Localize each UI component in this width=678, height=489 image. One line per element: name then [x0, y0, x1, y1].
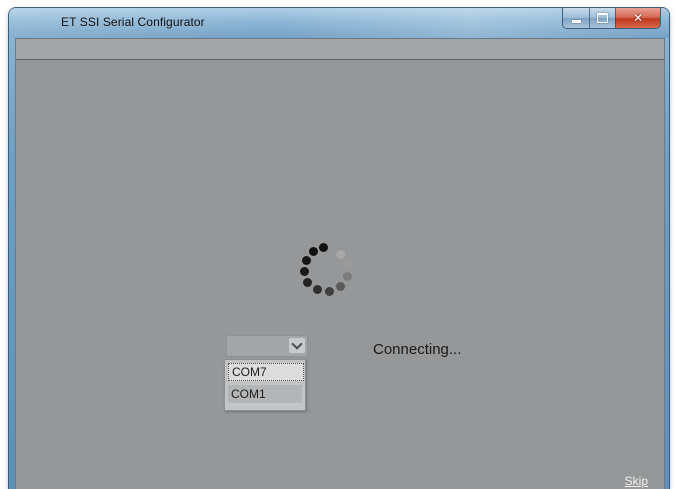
maximize-button[interactable]	[589, 8, 615, 28]
port-option-com1[interactable]: COM1	[228, 385, 302, 403]
spinner-dot	[344, 261, 353, 270]
spinner-dot	[303, 278, 312, 287]
spinner-dot	[343, 272, 352, 281]
minimize-button[interactable]	[563, 8, 589, 28]
port-select-toggle[interactable]	[289, 338, 305, 353]
app-window: ET SSI Serial Configurator ✕ COM7 COM1 C…	[9, 8, 669, 489]
minimize-icon	[571, 20, 581, 23]
spinner-dot	[313, 285, 322, 294]
port-dropdown-list: COM7 COM1	[224, 359, 306, 411]
port-option-com7[interactable]: COM7	[228, 363, 304, 381]
window-title: ET SSI Serial Configurator	[61, 15, 205, 29]
spinner-dot	[336, 250, 345, 259]
spinner-dot	[300, 267, 309, 276]
title-bar[interactable]: ET SSI Serial Configurator ✕	[9, 8, 669, 38]
spinner-dot	[325, 287, 334, 296]
spinner-dot	[319, 243, 328, 252]
spinner-dot	[309, 247, 318, 256]
window-controls: ✕	[562, 8, 661, 29]
close-icon: ✕	[632, 11, 644, 25]
client-area: COM7 COM1 Connecting... Skip	[15, 38, 665, 489]
menu-strip	[16, 39, 664, 60]
close-button[interactable]: ✕	[615, 8, 660, 28]
port-select[interactable]	[226, 335, 308, 357]
skip-link[interactable]: Skip	[625, 474, 648, 488]
status-text: Connecting...	[373, 341, 462, 358]
spinner-dot	[336, 282, 345, 291]
chevron-down-icon	[291, 338, 303, 350]
maximize-icon	[597, 13, 608, 23]
loading-spinner-icon	[292, 243, 356, 307]
spinner-dot	[302, 256, 311, 265]
